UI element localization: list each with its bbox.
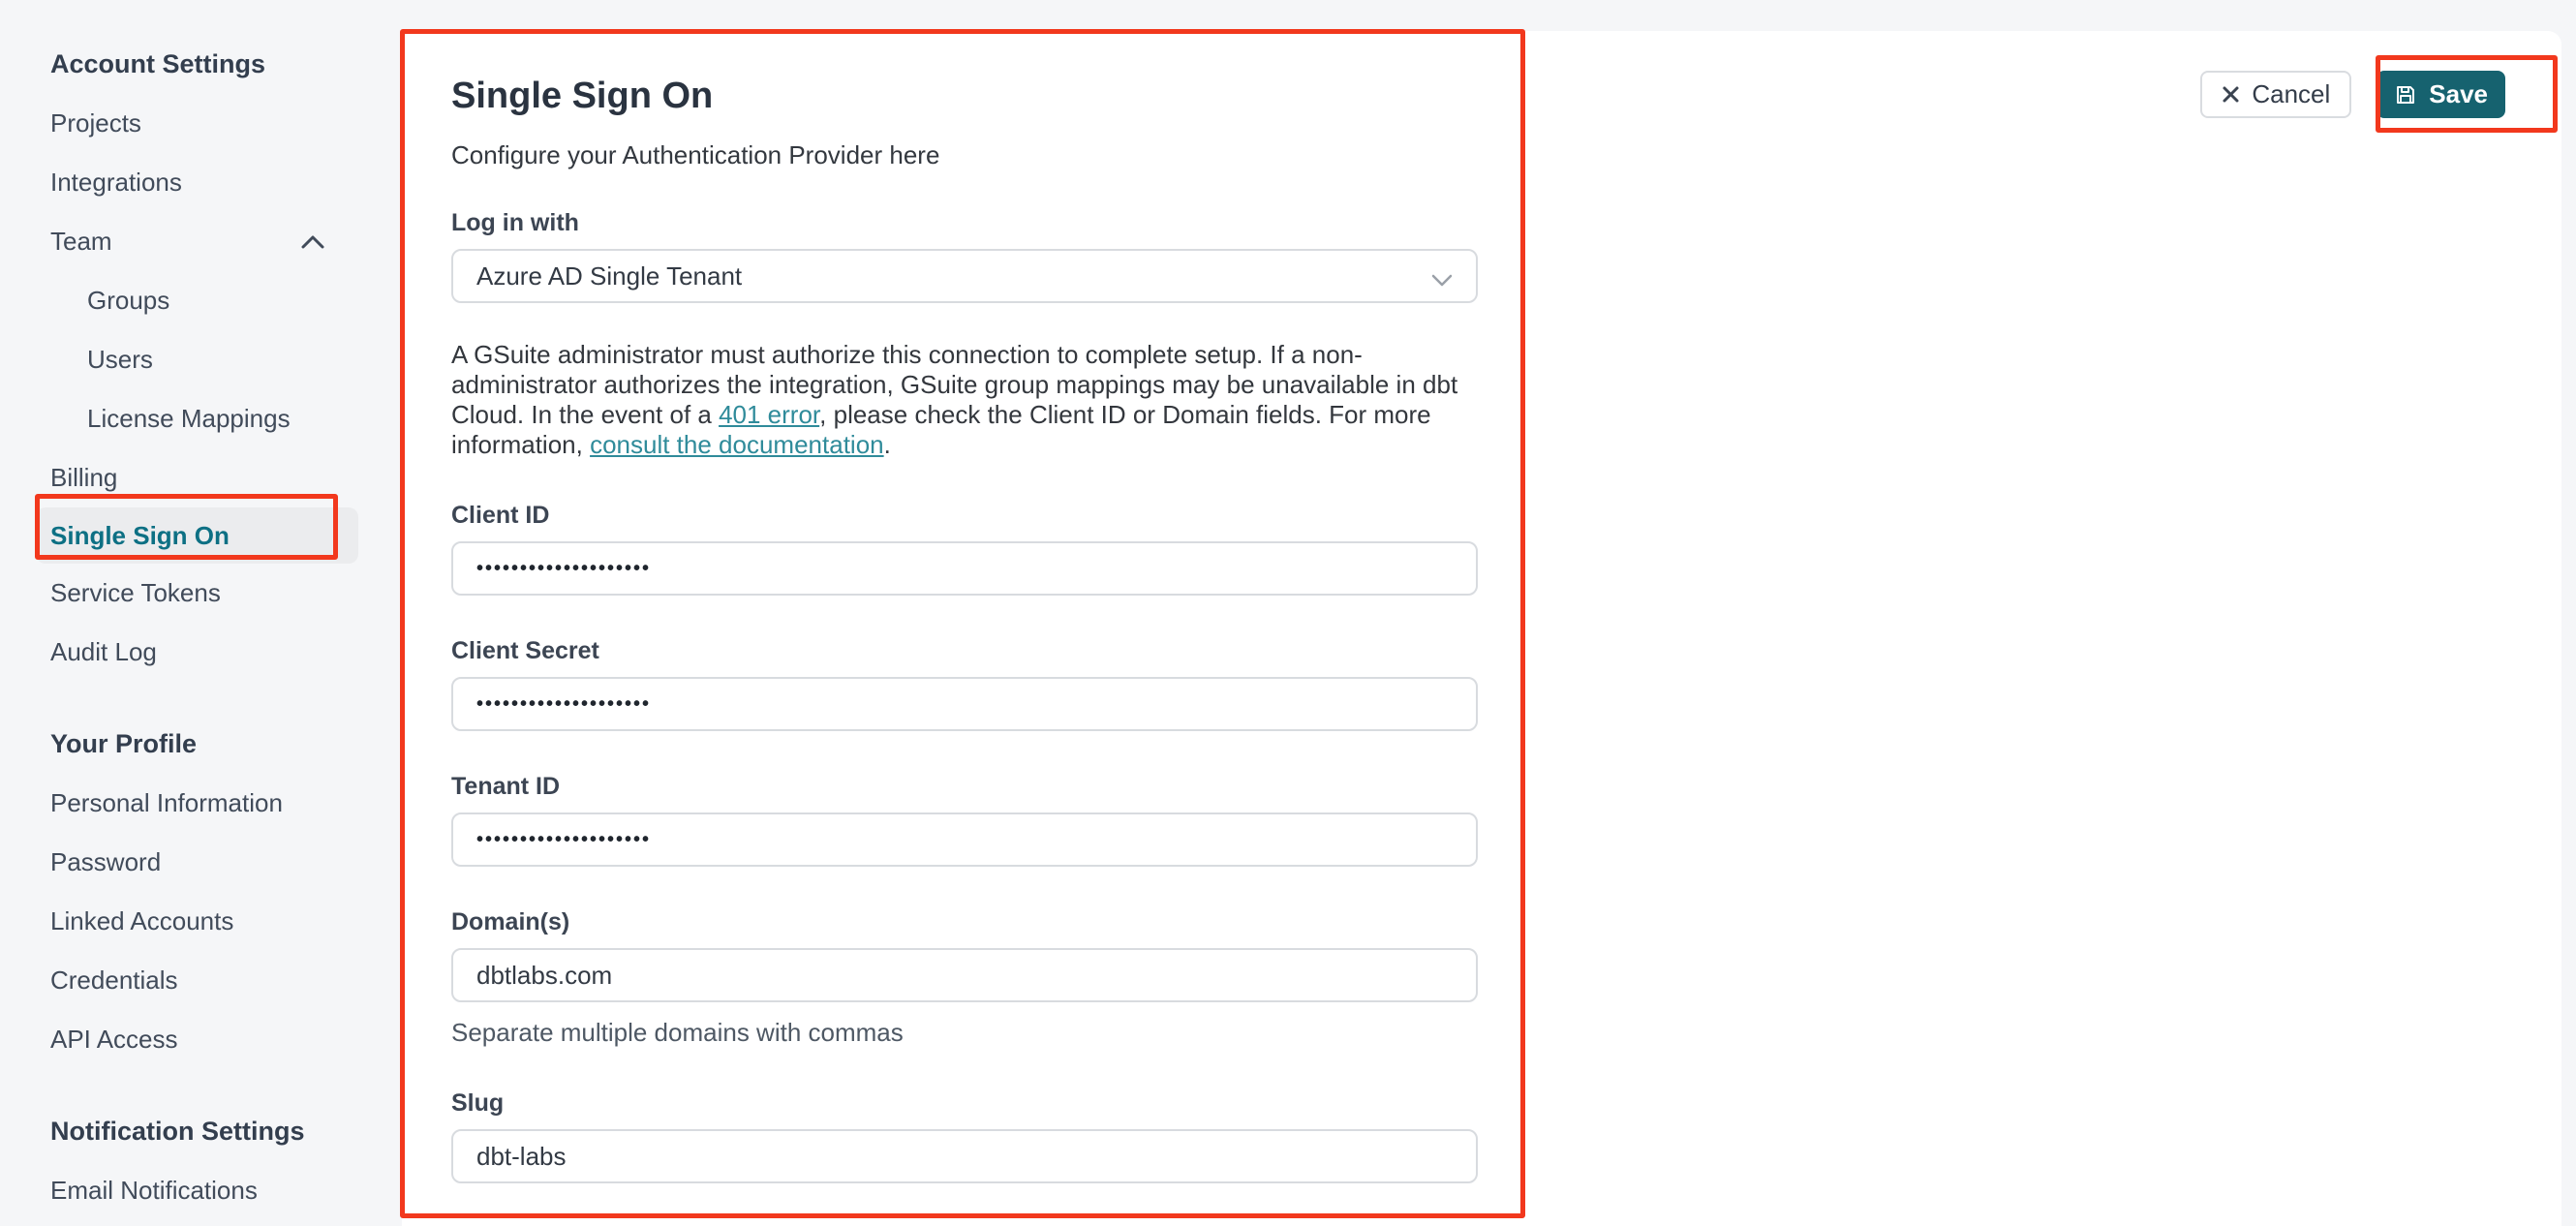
page-title: Single Sign On [451, 76, 714, 116]
client-id-label: Client ID [451, 502, 550, 529]
chevron-down-icon [1431, 274, 1453, 288]
tenant-id-field[interactable] [451, 812, 1478, 867]
domains-label: Domain(s) [451, 908, 570, 935]
client-secret-label: Client Secret [451, 637, 599, 664]
floppy-disk-icon [2394, 83, 2417, 107]
sidebar-header-your-profile: Your Profile [50, 729, 198, 758]
slug-label: Slug [451, 1089, 505, 1117]
sidebar-item-linked-accounts[interactable]: Linked Accounts [50, 892, 333, 951]
cancel-button[interactable]: Cancel [2200, 71, 2352, 118]
x-icon [2222, 85, 2240, 104]
sidebar-header-notification-settings: Notification Settings [50, 1117, 305, 1146]
sidebar-item-billing[interactable]: Billing [50, 448, 333, 507]
auth-provider-select[interactable]: Azure AD Single Tenant [451, 249, 1478, 303]
sidebar-item-personal-information[interactable]: Personal Information [50, 774, 333, 833]
domains-field[interactable] [451, 948, 1478, 1002]
sso-form: Single Sign On Configure your Authentica… [451, 31, 1478, 1183]
sidebar-item-license-mappings[interactable]: License Mappings [50, 389, 333, 448]
chevron-up-icon [300, 234, 325, 250]
sidebar-header-account-settings: Account Settings [50, 49, 266, 78]
sidebar-item-email-notifications[interactable]: Email Notifications [50, 1161, 333, 1220]
link-consult-documentation[interactable]: consult the documentation [590, 430, 884, 459]
tenant-id-label: Tenant ID [451, 773, 561, 800]
sidebar-item-api-access[interactable]: API Access [50, 1010, 333, 1069]
login-with-label: Log in with [451, 209, 579, 236]
note-text: . [883, 430, 891, 459]
sidebar-item-projects[interactable]: Projects [50, 94, 333, 153]
sso-settings-panel: Cancel Save Single Sign On Configure you… [402, 31, 2561, 1226]
page-subtitle: Configure your Authentication Provider h… [451, 140, 940, 169]
form-actions: Cancel Save [2200, 71, 2505, 118]
gsuite-admin-note: A GSuite administrator must authorize th… [451, 340, 1478, 460]
save-button[interactable]: Save [2377, 71, 2505, 118]
sidebar-item-users[interactable]: Users [50, 330, 333, 389]
sidebar-item-team[interactable]: Team [50, 212, 333, 271]
auth-provider-selected-value: Azure AD Single Tenant [476, 261, 743, 291]
client-secret-field[interactable] [451, 677, 1478, 731]
save-button-label: Save [2429, 79, 2488, 108]
sidebar-item-password[interactable]: Password [50, 833, 333, 892]
sidebar-item-audit-log[interactable]: Audit Log [50, 623, 333, 682]
sidebar-item-groups[interactable]: Groups [50, 271, 333, 330]
client-id-field[interactable] [451, 541, 1478, 596]
sidebar-item-single-sign-on[interactable]: Single Sign On [36, 507, 358, 564]
sidebar-item-credentials[interactable]: Credentials [50, 951, 333, 1010]
domains-helper-text: Separate multiple domains with commas [451, 1018, 904, 1047]
slug-field[interactable] [451, 1129, 1478, 1183]
sidebar-item-service-tokens[interactable]: Service Tokens [50, 564, 333, 623]
cancel-button-label: Cancel [2252, 79, 2331, 108]
link-401-error[interactable]: 401 error [719, 400, 819, 429]
settings-sidebar: Account Settings Projects Integrations T… [0, 0, 402, 1226]
sidebar-item-integrations[interactable]: Integrations [50, 153, 333, 212]
sidebar-item-label: Team [50, 227, 112, 256]
